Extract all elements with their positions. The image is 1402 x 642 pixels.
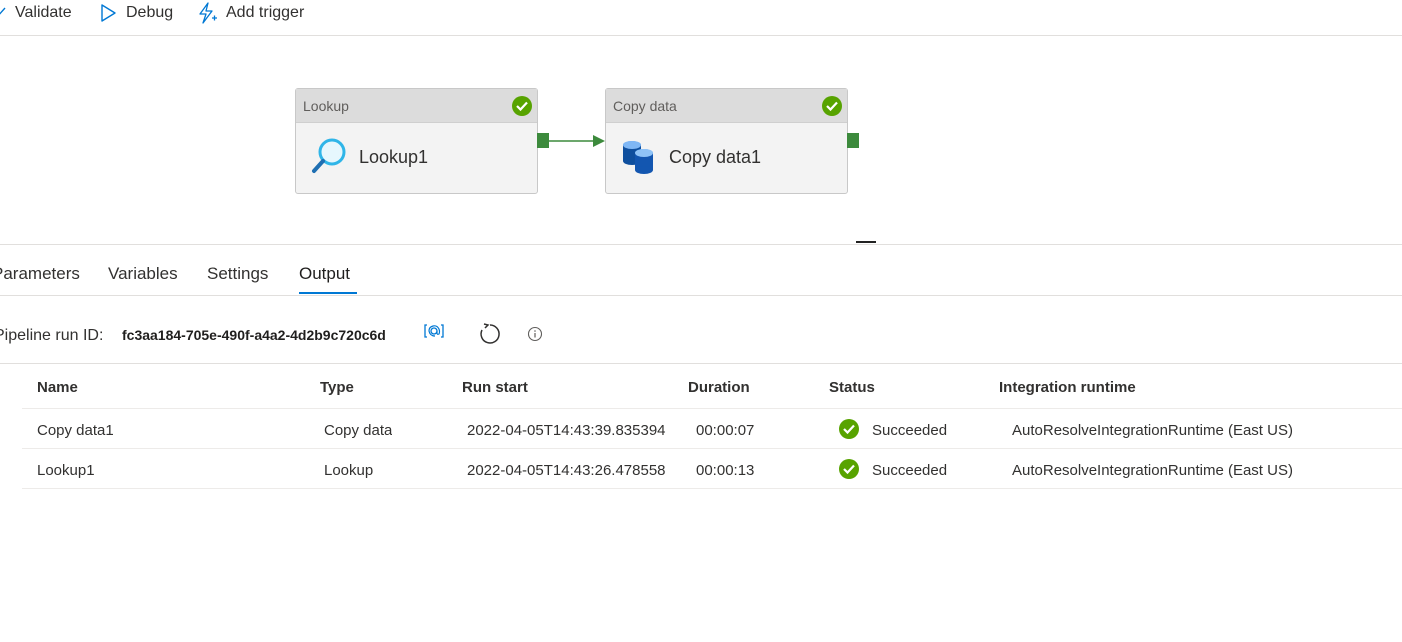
activity-runs-table: Name Type Run start Duration Status Inte… <box>22 364 1402 489</box>
tab-output[interactable]: Output <box>299 264 350 284</box>
activity-node-copy-data[interactable]: Copy data Copy data1 <box>605 88 848 194</box>
cell-name: Lookup1 <box>37 462 95 479</box>
column-header-duration[interactable]: Duration <box>688 379 750 396</box>
cell-run-start: 2022-04-05T14:43:26.478558 <box>467 462 666 479</box>
cell-type: Lookup <box>324 462 374 479</box>
activity-node-lookup[interactable]: Lookup Lookup1 <box>295 88 538 194</box>
node-name: Copy data1 <box>669 147 762 167</box>
cell-duration: 00:00:07 <box>696 422 755 439</box>
cell-type: Copy data <box>324 422 393 439</box>
properties-tabs: Parameters Variables Settings Output <box>0 246 1402 296</box>
toolbar: Validate Debug Add trigger <box>0 0 1402 36</box>
tab-settings[interactable]: Settings <box>207 264 268 284</box>
column-header-run-start[interactable]: Run start <box>462 379 670 396</box>
connector-arrow <box>549 135 605 147</box>
column-header-type[interactable]: Type <box>320 379 354 396</box>
check-circle-icon <box>512 96 532 116</box>
success-port[interactable] <box>847 133 859 148</box>
magnifier-icon <box>312 138 346 173</box>
cell-integration-runtime: AutoResolveIntegrationRuntime (East US) <box>1012 422 1293 439</box>
node-type-label: Copy data <box>613 98 677 114</box>
succeeded-icon <box>839 419 859 439</box>
column-header-integration-runtime[interactable]: Integration runtime <box>999 379 1136 396</box>
table-header: Name Type Run start Duration Status Inte… <box>22 364 1402 409</box>
cell-run-start: 2022-04-05T14:43:39.835394 <box>467 422 666 439</box>
check-circle-icon <box>822 96 842 116</box>
info-icon[interactable] <box>527 326 543 342</box>
debug-button[interactable]: Debug <box>99 0 173 26</box>
cell-duration: 00:00:13 <box>696 462 755 479</box>
table-row[interactable]: Copy data1 Copy data 2022-04-05T14:43:39… <box>22 409 1402 449</box>
succeeded-icon <box>839 459 859 479</box>
debug-label: Debug <box>126 4 174 21</box>
column-header-name[interactable]: Name <box>37 379 78 396</box>
node-type-label: Lookup <box>303 98 349 114</box>
validate-button[interactable]: Validate <box>0 0 72 26</box>
cell-status: Succeeded <box>872 462 948 479</box>
refresh-icon[interactable] <box>478 322 502 346</box>
cell-name: Copy data1 <box>37 422 114 439</box>
lightning-plus-icon <box>199 2 217 24</box>
cell-status: Succeeded <box>872 422 948 439</box>
pipeline-canvas[interactable]: Lookup Lookup1 Copy data Copy data1 <box>0 36 1402 245</box>
panel-resize-handle[interactable] <box>856 241 876 243</box>
play-icon <box>101 4 116 22</box>
checkmark-icon <box>0 7 6 15</box>
active-tab-indicator <box>299 292 357 294</box>
validate-label: Validate <box>15 4 72 21</box>
add-trigger-button[interactable]: Add trigger <box>197 0 304 26</box>
run-id-value: fc3aa184-705e-490f-a4a2-4d2b9c720c6d <box>122 327 386 343</box>
run-info-bar: Pipeline run ID: fc3aa184-705e-490f-a4a2… <box>0 296 1402 364</box>
table-row[interactable]: Lookup1 Lookup 2022-04-05T14:43:26.47855… <box>22 449 1402 489</box>
node-name: Lookup1 <box>359 147 429 167</box>
node-header: Lookup <box>296 89 537 123</box>
tab-variables[interactable]: Variables <box>108 264 178 284</box>
copy-id-icon[interactable] <box>423 323 445 339</box>
success-port[interactable] <box>537 133 549 148</box>
run-id-label: Pipeline run ID: <box>0 327 104 344</box>
node-header: Copy data <box>606 89 847 123</box>
database-copy-icon <box>623 141 653 174</box>
add-trigger-label: Add trigger <box>226 4 305 21</box>
tab-parameters[interactable]: Parameters <box>0 264 80 284</box>
column-header-status[interactable]: Status <box>829 379 875 396</box>
cell-integration-runtime: AutoResolveIntegrationRuntime (East US) <box>1012 462 1293 479</box>
